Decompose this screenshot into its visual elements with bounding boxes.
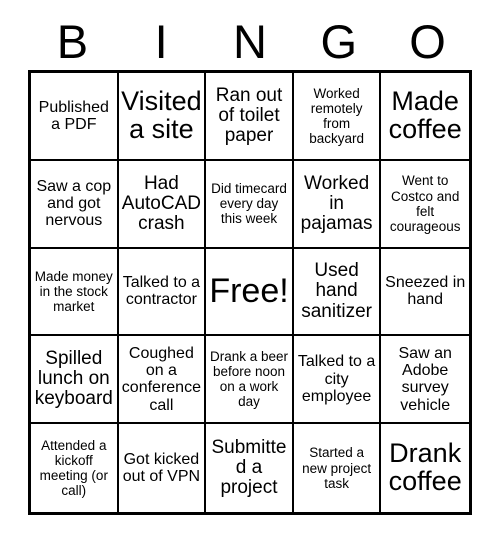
- bingo-cell-r2c3[interactable]: Did timecard every day this week: [206, 160, 294, 249]
- bingo-cell-r2c2[interactable]: Had AutoCAD crash: [118, 160, 207, 249]
- bingo-card: B I NGO Published a PDF Visited a site Ran o…: [0, 0, 501, 544]
- bingo-header-letter-o: O: [409, 14, 446, 68]
- bingo-cell-label: Made coffee: [388, 86, 462, 144]
- bingo-cell-r1c4[interactable]: Worked remotely from backyard: [293, 73, 382, 161]
- bingo-header-letter-g: G: [320, 14, 358, 68]
- bingo-cell-label: Got kicked out of VPN: [122, 450, 201, 486]
- bingo-cell-label: Spilled lunch on keyboard: [34, 348, 113, 410]
- bingo-cell-r1c3[interactable]: Ran out of toilet paper: [206, 73, 294, 161]
- bingo-cell-label: Used hand sanitizer: [301, 260, 372, 322]
- bingo-header: B I NGO: [28, 12, 472, 70]
- bingo-cell-label: Worked remotely from backyard: [309, 85, 364, 146]
- bingo-cell-r5c4[interactable]: Started a new project task: [293, 424, 382, 512]
- bingo-cell-label: Talked to a city employee: [297, 353, 376, 405]
- bingo-cell-label: Free!: [209, 272, 289, 311]
- bingo-cell-r4c3[interactable]: Drank a beer before noon on a work day: [206, 336, 294, 425]
- bingo-cell-r5c1[interactable]: Attended a kickoff meeting (or call): [31, 424, 119, 512]
- bingo-cell-label: Drank a beer before noon on a work day: [209, 349, 289, 410]
- bingo-cell-label: Saw a cop and got nervous: [36, 177, 112, 230]
- bingo-cell-r1c1[interactable]: Published a PDF: [31, 73, 119, 161]
- bingo-cell-label: Did timecard every day this week: [211, 181, 287, 227]
- bingo-cell-r4c5[interactable]: Saw an Adobe survey vehicle: [381, 336, 469, 425]
- bingo-cell-r3c5[interactable]: Sneezed in hand: [381, 248, 469, 337]
- bingo-cell-label: Published a PDF: [38, 98, 109, 133]
- bingo-cell-r5c5[interactable]: Drank coffee: [381, 424, 469, 512]
- bingo-cell-label: Coughed on a conference call: [121, 344, 201, 414]
- bingo-cell-r3c4[interactable]: Used hand sanitizer: [293, 248, 382, 337]
- bingo-cell-r4c4[interactable]: Talked to a city employee: [293, 336, 382, 425]
- bingo-cell-r3c1[interactable]: Made money in the stock market: [31, 248, 119, 337]
- bingo-cell-label: Had AutoCAD crash: [121, 172, 201, 234]
- bingo-cell-r2c4[interactable]: Worked in pajamas: [293, 160, 382, 249]
- bingo-cell-label: Submitted a project: [211, 436, 287, 499]
- bingo-header-letter-i: I: [154, 14, 168, 68]
- bingo-cell-label: Started a new project task: [302, 445, 372, 491]
- bingo-cell-label: Saw an Adobe survey vehicle: [398, 344, 452, 414]
- bingo-cell-label: Went to Costco and felt courageous: [389, 173, 461, 234]
- bingo-cell-r2c5[interactable]: Went to Costco and felt courageous: [381, 160, 469, 249]
- bingo-cell-r1c5[interactable]: Made coffee: [381, 73, 469, 161]
- bingo-cell-r5c2[interactable]: Got kicked out of VPN: [118, 424, 207, 512]
- bingo-cell-r3c2[interactable]: Talked to a contractor: [118, 248, 207, 337]
- bingo-grid: Published a PDF Visited a site Ran out of …: [28, 70, 472, 515]
- bingo-cell-label: Ran out of toilet paper: [215, 84, 283, 146]
- bingo-header-letter-n: N: [233, 14, 267, 68]
- bingo-cell-label: Sneezed in hand: [385, 274, 466, 309]
- bingo-cell-r4c1[interactable]: Spilled lunch on keyboard: [31, 336, 119, 425]
- bingo-cell-label: Worked in pajamas: [300, 172, 373, 234]
- bingo-cell-r4c2[interactable]: Coughed on a conference call: [118, 336, 207, 425]
- bingo-cell-label: Visited a site: [121, 86, 202, 144]
- bingo-free-space[interactable]: Free!: [206, 248, 294, 337]
- bingo-cell-label: Drank coffee: [388, 438, 462, 497]
- bingo-cell-r1c2[interactable]: Visited a site: [118, 73, 207, 161]
- bingo-cell-label: Talked to a contractor: [122, 274, 201, 309]
- bingo-cell-r5c3[interactable]: Submitted a project: [206, 424, 294, 512]
- bingo-cell-label: Made money in the stock market: [34, 268, 113, 315]
- bingo-header-letter-b: B: [56, 14, 89, 68]
- bingo-cell-label: Attended a kickoff meeting (or call): [39, 437, 108, 499]
- bingo-cell-r2c1[interactable]: Saw a cop and got nervous: [31, 160, 119, 249]
